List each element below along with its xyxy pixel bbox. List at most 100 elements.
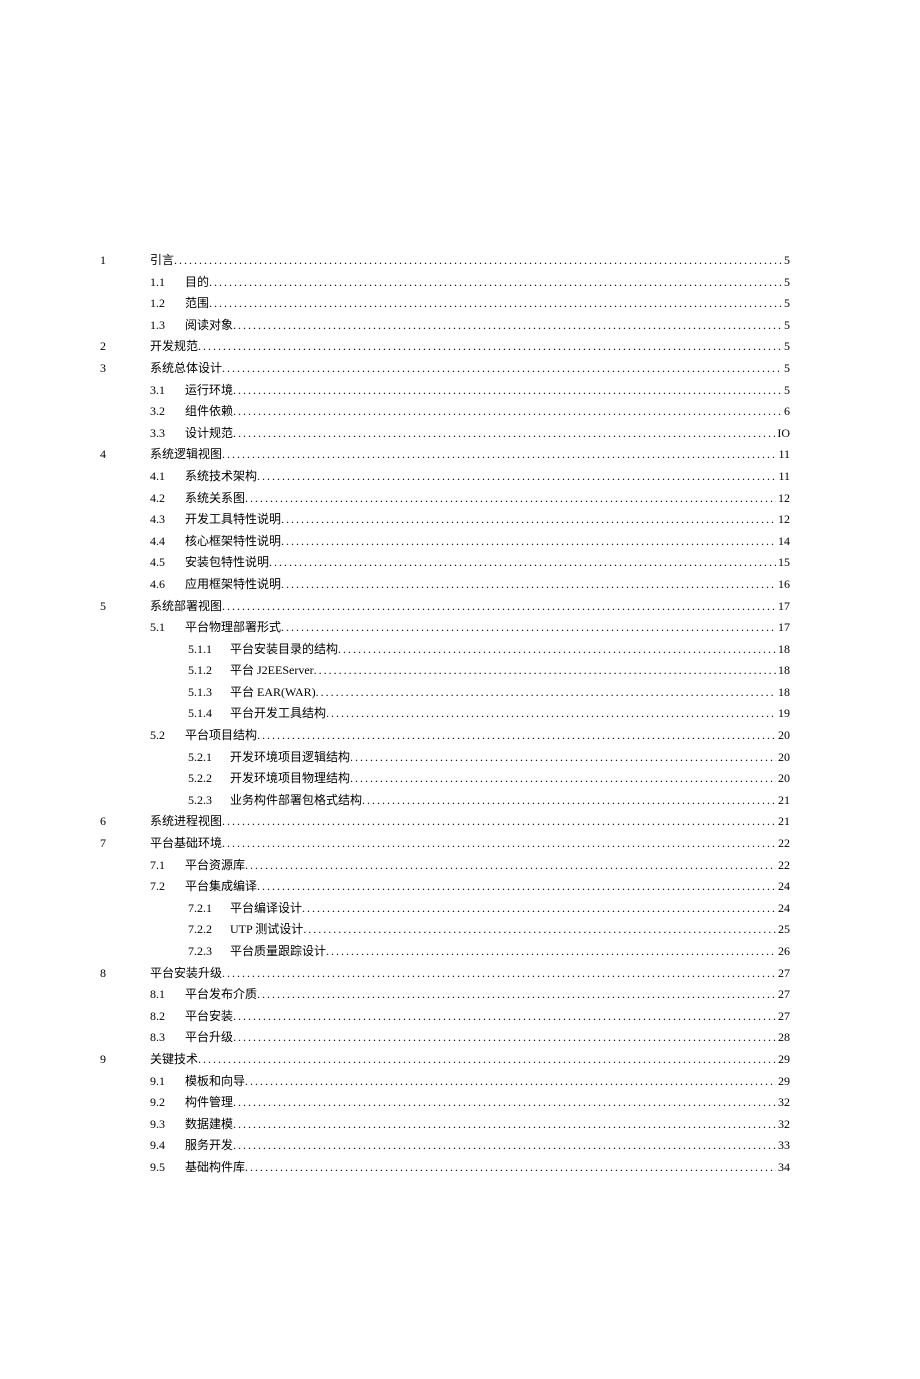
toc-leader-dots xyxy=(209,272,782,294)
toc-leader-dots xyxy=(245,488,776,510)
toc-leader-dots xyxy=(350,747,776,769)
toc-entry-number: 4.3 xyxy=(100,509,185,531)
toc-entry-title: 数据建模 xyxy=(185,1114,233,1136)
toc-entry: 9.5基础构件库34 xyxy=(100,1157,790,1179)
toc-entry-title: 开发环境项目物理结构 xyxy=(230,768,350,790)
toc-leader-dots xyxy=(233,380,782,402)
toc-entry: 7.2平台集成编译24 xyxy=(100,876,790,898)
toc-entry-page: 18 xyxy=(776,682,790,704)
toc-leader-dots xyxy=(302,898,776,920)
toc-entry-page: 25 xyxy=(776,919,790,941)
toc-entry-title: UTP 测试设计 xyxy=(230,919,303,941)
toc-entry-number: 5.1.1 xyxy=(100,639,230,661)
toc-entry: 9.3数据建模32 xyxy=(100,1114,790,1136)
toc-entry-number: 8.2 xyxy=(100,1006,185,1028)
toc-entry-number: 1.2 xyxy=(100,293,185,315)
table-of-contents: 1引言51.1目的51.2范围51.3阅读对象52开发规范53系统总体设计53.… xyxy=(100,250,790,1179)
toc-entry-page: 12 xyxy=(776,509,790,531)
toc-entry-number: 7 xyxy=(100,833,150,855)
toc-leader-dots xyxy=(257,984,776,1006)
toc-entry: 4系统逻辑视图11 xyxy=(100,444,790,466)
toc-entry-title: 平台编译设计 xyxy=(230,898,302,920)
toc-entry-number: 1.1 xyxy=(100,272,185,294)
toc-entry-title: 平台项目结构 xyxy=(185,725,257,747)
toc-entry-page: 24 xyxy=(776,876,790,898)
toc-entry-title: 系统逻辑视图 xyxy=(150,444,222,466)
toc-entry-number: 3.1 xyxy=(100,380,185,402)
toc-entry: 3.2组件依赖6 xyxy=(100,401,790,423)
toc-entry-number: 4 xyxy=(100,444,150,466)
toc-entry-page: 29 xyxy=(776,1049,790,1071)
toc-leader-dots xyxy=(281,531,776,553)
toc-entry-page: 16 xyxy=(776,574,790,596)
toc-entry-page: 5 xyxy=(782,336,790,358)
toc-leader-dots xyxy=(316,682,776,704)
toc-entry-title: 运行环境 xyxy=(185,380,233,402)
toc-entry-title: 开发规范 xyxy=(150,336,198,358)
toc-entry-title: 服务开发 xyxy=(185,1135,233,1157)
toc-leader-dots xyxy=(281,574,776,596)
toc-entry-number: 7.2 xyxy=(100,876,185,898)
toc-entry: 4.1系统技术架构11 xyxy=(100,466,790,488)
toc-entry: 4.3开发工具特性说明 12 xyxy=(100,509,790,531)
toc-entry: 5.2.3业务构件部署包格式结构21 xyxy=(100,790,790,812)
toc-entry-title: 平台安装目录的结构 xyxy=(230,639,338,661)
toc-entry: 5.1.2平台 J2EEServer18 xyxy=(100,660,790,682)
toc-entry-title: 平台发布介质 xyxy=(185,984,257,1006)
toc-leader-dots xyxy=(338,639,776,661)
toc-entry: 9.1模板和向导29 xyxy=(100,1071,790,1093)
toc-leader-dots xyxy=(233,1092,776,1114)
toc-entry-page: 22 xyxy=(776,855,790,877)
toc-entry: 1.3阅读对象5 xyxy=(100,315,790,337)
toc-leader-dots xyxy=(233,1027,776,1049)
toc-entry-number: 6 xyxy=(100,811,150,833)
toc-entry-number: 3.2 xyxy=(100,401,185,423)
toc-leader-dots xyxy=(233,1006,776,1028)
toc-entry: 7.2.3平台质量跟踪设计26 xyxy=(100,941,790,963)
toc-leader-dots xyxy=(222,833,776,855)
toc-entry-title: 基础构件库 xyxy=(185,1157,245,1179)
toc-entry-title: 应用框架特性说明 xyxy=(185,574,281,596)
toc-entry-title: 系统技术架构 xyxy=(185,466,257,488)
toc-entry-title: 业务构件部署包格式结构 xyxy=(230,790,362,812)
toc-entry-page: 28 xyxy=(776,1027,790,1049)
toc-entry-title: 平台 EAR(WAR) xyxy=(230,682,316,704)
toc-entry-page: 21 xyxy=(776,811,790,833)
toc-entry: 8平台安装升级27 xyxy=(100,963,790,985)
toc-entry-title: 开发工具特性说明 xyxy=(185,509,281,531)
toc-entry-number: 4.2 xyxy=(100,488,185,510)
toc-entry: 1引言5 xyxy=(100,250,790,272)
toc-entry-page: 5 xyxy=(782,315,790,337)
toc-entry-number: 4.4 xyxy=(100,531,185,553)
toc-entry: 5.1.3平台 EAR(WAR)18 xyxy=(100,682,790,704)
toc-leader-dots xyxy=(233,315,782,337)
toc-entry: 5.2.1开发环境项目逻辑结构20 xyxy=(100,747,790,769)
toc-entry-title: 关键技术 xyxy=(150,1049,198,1071)
toc-entry: 9.2构件管理32 xyxy=(100,1092,790,1114)
toc-entry-number: 9 xyxy=(100,1049,150,1071)
toc-leader-dots xyxy=(222,444,776,466)
toc-entry-page: 14 xyxy=(776,531,790,553)
toc-entry-page: 32 xyxy=(776,1092,790,1114)
toc-entry: 5系统部署视图17 xyxy=(100,596,790,618)
toc-entry: 5.1平台物理部署形式17 xyxy=(100,617,790,639)
toc-entry-page: 33 xyxy=(776,1135,790,1157)
toc-entry: 7.2.2UTP 测试设计 25 xyxy=(100,919,790,941)
toc-entry: 1.1目的5 xyxy=(100,272,790,294)
toc-entry-number: 5.2.1 xyxy=(100,747,230,769)
toc-entry-number: 9.1 xyxy=(100,1071,185,1093)
toc-entry-number: 5.1.2 xyxy=(100,660,230,682)
toc-entry-title: 范围 xyxy=(185,293,209,315)
toc-entry-page: 5 xyxy=(782,293,790,315)
toc-entry-title: 系统部署视图 xyxy=(150,596,222,618)
toc-entry-page: 17 xyxy=(776,596,790,618)
toc-entry-number: 7.2.2 xyxy=(100,919,230,941)
toc-entry: 2开发规范5 xyxy=(100,336,790,358)
toc-entry: 3.1运行环境5 xyxy=(100,380,790,402)
toc-entry: 8.1平台发布介质27 xyxy=(100,984,790,1006)
toc-entry-title: 系统关系图 xyxy=(185,488,245,510)
toc-leader-dots xyxy=(222,596,776,618)
toc-leader-dots xyxy=(198,1049,776,1071)
toc-entry: 4.4核心框架特性说明14 xyxy=(100,531,790,553)
toc-entry-number: 3 xyxy=(100,358,150,380)
